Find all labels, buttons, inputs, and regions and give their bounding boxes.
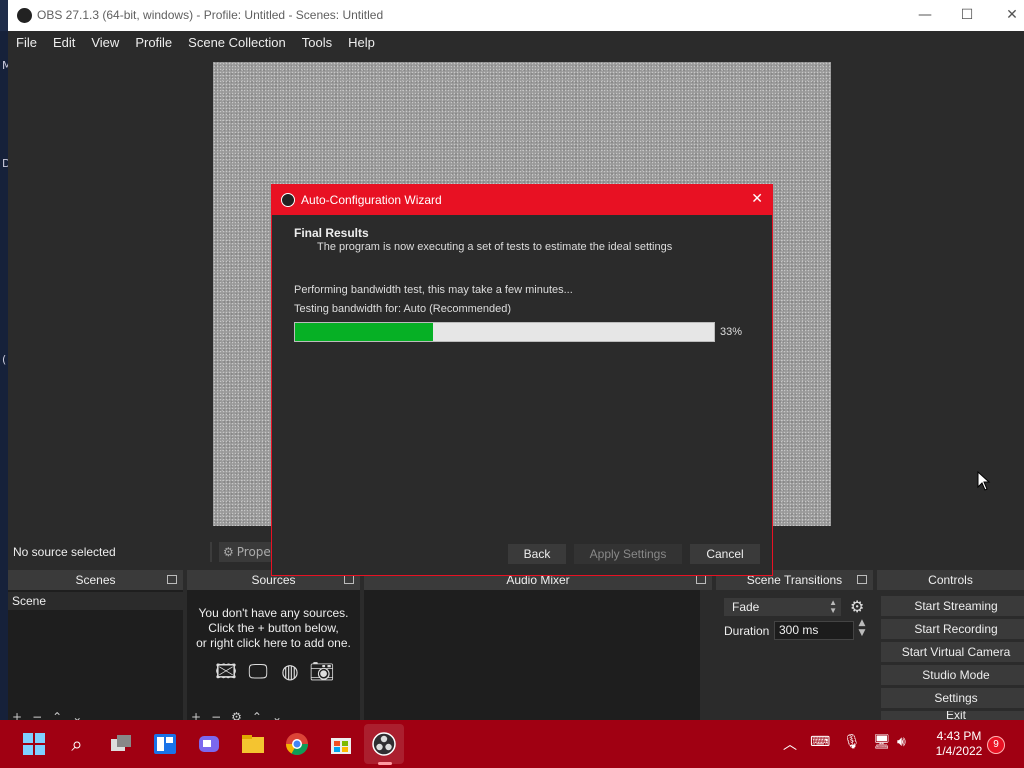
duration-label: Duration (724, 624, 770, 638)
mouse-cursor-icon (977, 471, 991, 491)
exit-button[interactable]: Exit (881, 711, 1024, 720)
menu-view[interactable]: View (83, 31, 127, 53)
duration-stepper[interactable]: ▲ ▼ (855, 618, 869, 640)
volume-icon[interactable]: 🔊︎ (897, 734, 906, 750)
empty-line: You don't have any sources. (198, 606, 349, 620)
start-virtual-camera-button[interactable]: Start Virtual Camera (881, 642, 1024, 662)
duration-input[interactable]: 300 ms (774, 621, 854, 640)
dialog-title: Auto-Configuration Wizard (301, 193, 442, 207)
scene-transitions-dock: Scene Transitions Fade ▲ ▼ ⚙ Duration 300… (716, 570, 873, 720)
empty-line: Click the + button below, (208, 621, 339, 635)
globe-icon: ◍ (281, 659, 299, 683)
sources-dock: Sources You don't have any sources. Clic… (187, 570, 360, 724)
properties-label: Proper (236, 545, 276, 559)
keyboard-icon[interactable]: ⌨ (810, 734, 830, 750)
back-button[interactable]: Back (508, 544, 566, 564)
status-text: Performing bandwidth test, this may take… (294, 284, 573, 296)
menu-profile[interactable]: Profile (127, 31, 180, 53)
menu-tools[interactable]: Tools (294, 31, 340, 53)
progress-percent: 33% (720, 326, 743, 338)
controls-dock: Controls Start Streaming Start Recording… (877, 570, 1024, 720)
chat-icon[interactable] (195, 730, 223, 758)
active-indicator (378, 762, 392, 765)
dialog-titlebar[interactable]: Auto-Configuration Wizard ✕ (272, 185, 772, 215)
maximize-button[interactable]: ☐ (956, 5, 978, 25)
audio-mixer-panel (364, 590, 712, 720)
auto-config-wizard-dialog: Auto-Configuration Wizard ✕ Final Result… (271, 184, 773, 576)
undock-icon[interactable] (696, 575, 706, 584)
search-icon[interactable]: ⌕ (63, 730, 91, 758)
gear-icon[interactable]: ⚙ (850, 597, 864, 616)
scenes-title: Scenes (75, 573, 116, 587)
desktop-edge-letter: ( (2, 353, 7, 366)
widgets-icon[interactable] (151, 730, 179, 758)
desktop-edge: M D ( (0, 31, 12, 720)
progress-fill (295, 323, 434, 341)
list-item[interactable]: Scene (8, 592, 183, 610)
menu-scene-collection[interactable]: Scene Collection (180, 31, 294, 53)
window-title: OBS 27.1.3 (64-bit, windows) - Profile: … (37, 8, 384, 22)
progress-bar (294, 322, 715, 342)
empty-sources-message: You don't have any sources. Click the + … (187, 606, 360, 651)
store-icon[interactable] (327, 730, 355, 758)
no-source-label: No source selected (13, 545, 116, 559)
microphone-icon[interactable]: 🎙︎ (843, 734, 861, 750)
dialog-subtitle: The program is now executing a set of te… (317, 241, 673, 253)
studio-mode-button[interactable]: Studio Mode (881, 665, 1024, 685)
obs-logo-icon (281, 193, 295, 207)
menu-bar: File Edit View Profile Scene Collection … (8, 31, 1024, 53)
undock-icon[interactable] (344, 575, 354, 584)
source-type-icons: 🖾 🖵 ◍ 📷︎ (213, 658, 335, 684)
audio-mixer-dock: Audio Mixer (364, 570, 712, 720)
toolbar-divider (210, 542, 212, 562)
transition-value: Fade (732, 600, 760, 614)
notification-badge[interactable]: 9 (987, 736, 1005, 754)
obs-taskbar-icon[interactable] (370, 730, 398, 758)
audio-mixer-scrollbar[interactable] (700, 590, 712, 720)
controls-dock-title: Controls (877, 570, 1024, 590)
controls-title: Controls (928, 573, 973, 587)
image-icon: 🖾 (215, 659, 237, 683)
camera-icon: 📷︎ (309, 659, 335, 683)
close-icon[interactable]: ✕ (751, 191, 763, 207)
gear-icon: ⚙ (223, 545, 234, 559)
settings-button[interactable]: Settings (881, 688, 1024, 708)
scenes-dock: Scenes Scene + − ⌃ ⌄ (8, 570, 183, 724)
clock-date: 1/4/2022 (935, 744, 983, 758)
obs-logo-icon (17, 8, 32, 23)
menu-help[interactable]: Help (340, 31, 383, 53)
apply-settings-button[interactable]: Apply Settings (574, 544, 682, 564)
testing-text: Testing bandwidth for: Auto (Recommended… (294, 303, 512, 315)
clock-time: 4:43 PM (936, 729, 982, 743)
minimize-button[interactable]: — (914, 5, 936, 25)
window-titlebar[interactable]: OBS 27.1.3 (64-bit, windows) - Profile: … (8, 0, 1024, 31)
scenes-dock-title: Scenes (8, 570, 183, 590)
start-icon[interactable] (20, 730, 48, 758)
chrome-icon[interactable] (283, 730, 311, 758)
dialog-heading: Final Results (294, 226, 369, 240)
system-clock[interactable]: 4:43 PM 1/4/2022 (925, 729, 993, 759)
file-explorer-icon[interactable] (239, 730, 267, 758)
cancel-button[interactable]: Cancel (690, 544, 760, 564)
taskbar: ⌕ ︿ ⌨ 🎙︎ 🖥︎ 🔊︎ 4:43 PM 1/4/2022 9 (0, 720, 1024, 768)
start-streaming-button[interactable]: Start Streaming (881, 596, 1024, 616)
close-button[interactable]: ✕ (1001, 5, 1023, 25)
menu-file[interactable]: File (8, 31, 45, 53)
monitor-icon: 🖵 (248, 659, 268, 683)
network-icon[interactable]: 🖥︎ (873, 734, 891, 750)
start-recording-button[interactable]: Start Recording (881, 619, 1024, 639)
undock-icon[interactable] (857, 575, 867, 584)
undock-icon[interactable] (167, 575, 177, 584)
transition-select[interactable]: Fade ▲ ▼ (724, 598, 841, 616)
menu-edit[interactable]: Edit (45, 31, 83, 53)
chevron-up-icon[interactable]: ︿ (783, 734, 797, 754)
chevron-updown-icon: ▲ ▼ (829, 598, 837, 615)
empty-line: or right click here to add one. (196, 636, 351, 650)
task-view-icon[interactable] (107, 730, 135, 758)
